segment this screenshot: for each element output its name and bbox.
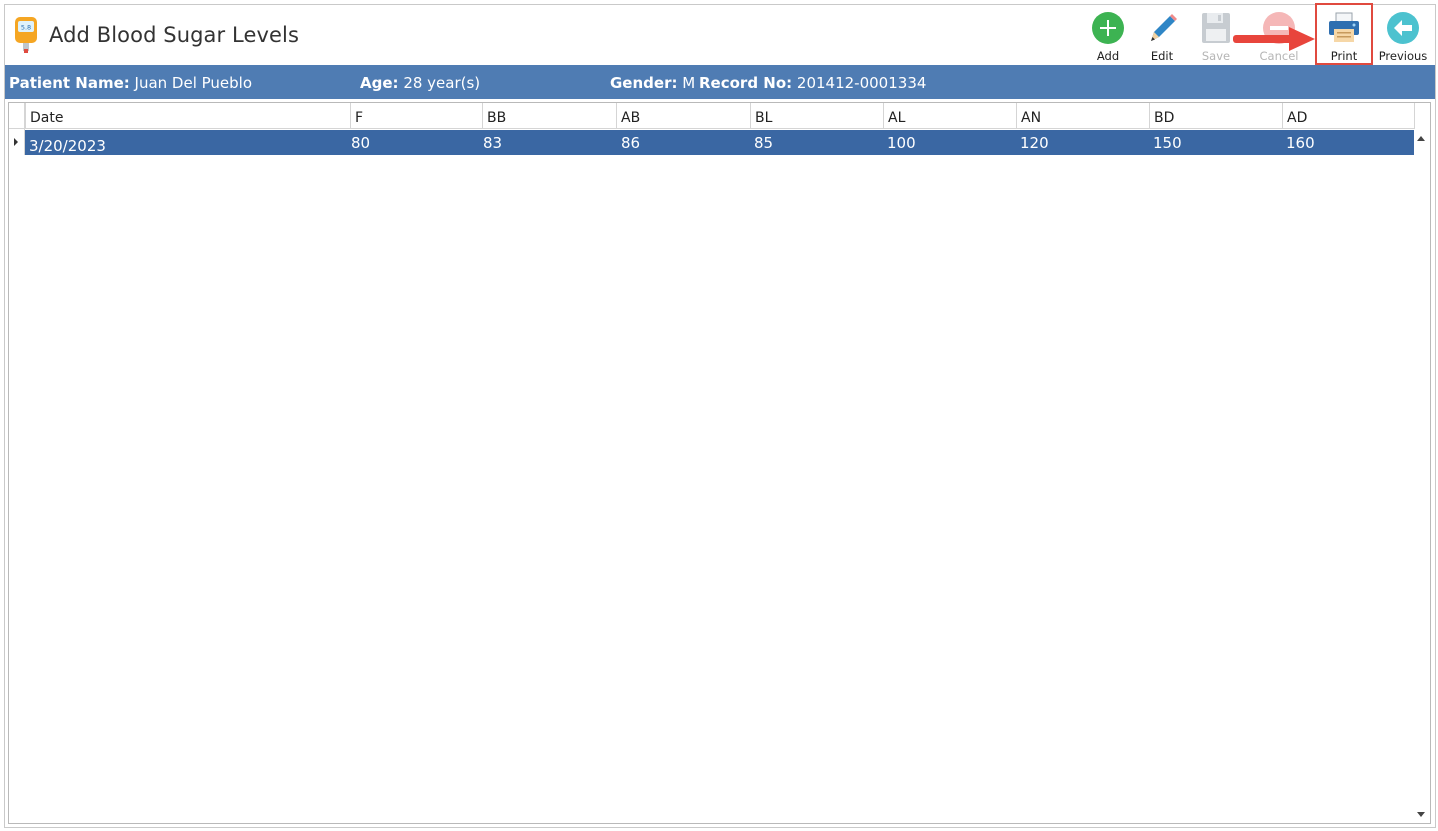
blood-sugar-window: 5.8 Add Blood Sugar Levels Add Edit Save… [4,3,1436,828]
record-no-field: Record No: 201412-0001334 [699,74,926,92]
annotation-arrow-icon [1233,27,1315,51]
cell-ab[interactable]: 86 [621,134,640,152]
vertical-scrollbar[interactable] [1414,130,1430,823]
column-header-bd[interactable]: BD [1149,103,1282,129]
column-header-al[interactable]: AL [883,103,1016,129]
grid-header: Date F BB AB BL AL AN BD AD [9,103,1415,129]
svg-text:5.8: 5.8 [21,24,31,32]
row-header-corner [9,103,25,129]
printer-icon [1329,12,1359,42]
column-header-ab[interactable]: AB [616,103,750,129]
print-label: Print [1330,49,1358,63]
arrow-left-circle-icon [1387,12,1419,44]
floppy-disk-icon [1202,13,1230,43]
column-header-date[interactable]: Date [25,103,350,129]
cell-ad[interactable]: 160 [1286,134,1315,152]
patient-name-field: Patient Name: Juan Del Pueblo [9,74,252,92]
add-icon [1092,12,1124,44]
record-no-value: 201412-0001334 [796,74,927,92]
pencil-icon [1151,14,1177,41]
column-header-an[interactable]: AN [1016,103,1149,129]
gender-field: Gender: M [610,74,695,92]
previous-button[interactable]: Previous [1375,9,1431,65]
cell-bb[interactable]: 83 [483,134,502,152]
row-selector[interactable] [9,129,25,155]
print-button[interactable]: Print [1315,3,1373,65]
edit-button[interactable]: Edit [1134,9,1190,65]
cell-bd[interactable]: 150 [1153,134,1182,152]
column-header-bl[interactable]: BL [750,103,883,129]
patient-name-label: Patient Name: [9,74,130,92]
column-header-f[interactable]: F [350,103,482,129]
cell-bl[interactable]: 85 [754,134,773,152]
gender-value: M [682,74,696,92]
cell-date[interactable]: 3/20/2023 [29,137,106,155]
add-label: Add [1096,49,1120,63]
table-row[interactable]: 3/20/2023 80 83 86 85 100 120 150 160 [25,130,1415,155]
age-field: Age: 28 year(s) [360,74,480,92]
edit-label: Edit [1150,49,1174,63]
patient-info-bar: Patient Name: Juan Del Pueblo Age: 28 ye… [5,65,1435,99]
patient-name-value: Juan Del Pueblo [134,74,253,92]
previous-label: Previous [1378,49,1428,63]
page-title: Add Blood Sugar Levels [49,23,299,47]
age-label: Age: [360,74,399,92]
blood-sugar-grid[interactable]: Date F BB AB BL AL AN BD AD 3/20/2023 80… [8,102,1431,824]
scroll-down-icon[interactable] [1417,812,1425,817]
cell-f[interactable]: 80 [351,134,370,152]
gender-label: Gender: [610,74,678,92]
age-value: 28 year(s) [403,74,481,92]
column-header-bb[interactable]: BB [482,103,616,129]
glucose-meter-icon: 5.8 [15,17,37,53]
cell-an[interactable]: 120 [1020,134,1049,152]
cell-al[interactable]: 100 [887,134,916,152]
add-button[interactable]: Add [1080,9,1136,65]
current-row-indicator-icon [14,138,18,146]
record-no-label: Record No: [699,74,793,92]
column-header-ad[interactable]: AD [1282,103,1415,129]
scroll-up-icon[interactable] [1417,136,1425,141]
